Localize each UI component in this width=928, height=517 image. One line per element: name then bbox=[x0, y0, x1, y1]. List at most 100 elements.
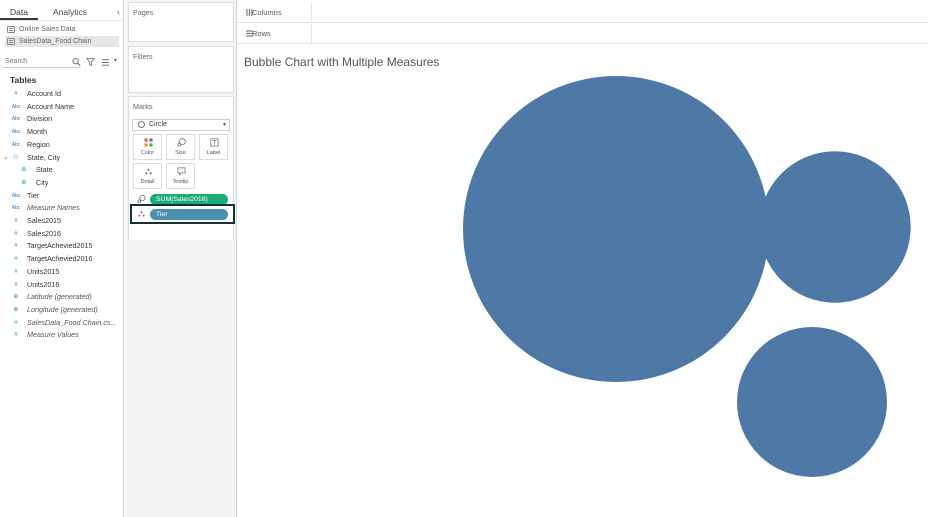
chevron-down-icon[interactable]: ▾ bbox=[114, 57, 117, 64]
label-text-icon bbox=[210, 138, 219, 147]
mark-type-dropdown[interactable]: Circle ▾ bbox=[132, 119, 230, 131]
dimension-string-icon: Abc bbox=[11, 129, 21, 136]
field-state-city[interactable]: ⌄ ⚇ State, City bbox=[0, 152, 124, 164]
shelf-pane: Pages Filters Marks Circle ▾ Color Size bbox=[125, 0, 237, 517]
bubble-mark-1[interactable] bbox=[463, 76, 769, 382]
collapse-pane-icon[interactable]: ‹ bbox=[117, 4, 120, 20]
label-button-label: Label bbox=[206, 150, 221, 156]
globe-icon: ⊕ bbox=[21, 178, 27, 186]
pane-tabs: Data Analytics ‹ bbox=[0, 4, 124, 20]
columns-label-text: Columns bbox=[252, 8, 282, 17]
datasource-online-sales[interactable]: Online Sales Data bbox=[5, 24, 119, 35]
bubble-mark-3[interactable] bbox=[737, 327, 887, 477]
field-name: State, City bbox=[27, 152, 61, 162]
field-latitude-generated[interactable]: ⊕ Latitude (generated) bbox=[0, 291, 124, 303]
field-name: Region bbox=[27, 139, 50, 149]
columns-icon bbox=[246, 9, 253, 16]
chart-title: Bubble Chart with Multiple Measures bbox=[244, 55, 440, 69]
rows-shelf[interactable]: Rows bbox=[237, 24, 928, 44]
tab-data[interactable]: Data bbox=[0, 4, 38, 20]
field-measure-names[interactable]: Abc Measure Names bbox=[0, 202, 124, 214]
marks-card: Marks Circle ▾ Color Size Label Detail T… bbox=[128, 96, 235, 240]
field-name: City bbox=[36, 177, 49, 187]
field-tier[interactable]: Abc Tier bbox=[0, 190, 124, 202]
color-palette-icon bbox=[144, 138, 153, 147]
dimension-string-icon: Abc bbox=[11, 103, 21, 110]
measure-icon: # bbox=[14, 267, 18, 275]
field-name: State bbox=[36, 165, 53, 175]
tab-analytics[interactable]: Analytics bbox=[44, 4, 96, 20]
dimension-string-icon: Abc bbox=[11, 141, 21, 148]
dimension-string-icon: Abc bbox=[11, 116, 21, 123]
measure-icon: # bbox=[14, 217, 18, 224]
dimension-string-icon: Abc bbox=[11, 205, 21, 212]
mark-type-value: Circle bbox=[149, 121, 167, 128]
measure-icon: # bbox=[14, 318, 18, 326]
pages-shelf[interactable]: Pages bbox=[128, 2, 234, 42]
search-input[interactable] bbox=[3, 56, 81, 68]
field-city[interactable]: ⊕ City bbox=[0, 177, 124, 189]
tables-heading: Tables bbox=[10, 75, 37, 85]
field-name: Division bbox=[27, 114, 53, 124]
worksheet-view: Bubble Chart with Multiple Measures bbox=[238, 46, 928, 517]
search-icon[interactable] bbox=[72, 57, 81, 67]
expand-chevron-icon[interactable]: ⌄ bbox=[3, 152, 8, 164]
tooltip-button[interactable]: Tooltip bbox=[166, 163, 195, 189]
field-name: TargetAchevied2016 bbox=[27, 254, 93, 264]
globe-icon: ⊕ bbox=[21, 166, 27, 174]
label-button[interactable]: Label bbox=[199, 134, 228, 160]
datasource-icon bbox=[7, 26, 15, 33]
columns-shelf[interactable]: Columns bbox=[237, 3, 928, 23]
hierarchy-icon: ⚇ bbox=[13, 153, 19, 161]
datasource-label: Online Sales Data bbox=[19, 26, 76, 33]
size-button-label: Size bbox=[175, 150, 186, 156]
field-measure-values[interactable]: # Measure Values bbox=[0, 329, 124, 341]
field-name: Latitude (generated) bbox=[27, 292, 92, 302]
field-name: Units2015 bbox=[27, 266, 60, 276]
measure-icon: # bbox=[14, 90, 18, 97]
filter-icon[interactable] bbox=[86, 57, 95, 67]
field-month[interactable]: Abc Month bbox=[0, 126, 124, 138]
filters-shelf[interactable]: Filters bbox=[128, 46, 234, 93]
field-division[interactable]: Abc Division bbox=[0, 113, 124, 125]
field-account-name[interactable]: Abc Account Name bbox=[0, 101, 124, 113]
field-state[interactable]: ⊕ State bbox=[0, 164, 124, 176]
marks-title: Marks bbox=[133, 102, 153, 111]
tooltip-speech-icon bbox=[177, 167, 186, 176]
measure-icon: # bbox=[14, 331, 18, 339]
field-targetachevied2016[interactable]: # TargetAchevied2016 bbox=[0, 253, 124, 265]
size-button[interactable]: Size bbox=[166, 134, 195, 160]
color-button[interactable]: Color bbox=[133, 134, 162, 160]
field-sales2015[interactable]: # Sales2015 bbox=[0, 215, 124, 227]
field-units2015[interactable]: # Units2015 bbox=[0, 266, 124, 278]
field-name: Account Id bbox=[27, 89, 61, 98]
color-button-label: Color bbox=[140, 150, 155, 156]
detail-button[interactable]: Detail bbox=[133, 163, 162, 189]
field-name: SalesData_Food Chain.cs... bbox=[27, 317, 117, 327]
field-units2016[interactable]: # Units2016 bbox=[0, 279, 124, 291]
field-salesdata-food-chain-cs[interactable]: # SalesData_Food Chain.cs... bbox=[0, 317, 124, 329]
field-account-id[interactable]: # Account Id bbox=[0, 88, 124, 100]
field-name: Sales2015 bbox=[27, 216, 61, 225]
field-region[interactable]: Abc Region bbox=[0, 139, 124, 151]
chevron-down-icon: ▾ bbox=[222, 122, 226, 128]
detail-dots-icon bbox=[138, 211, 145, 217]
field-name: Sales2016 bbox=[27, 228, 61, 238]
measure-icon: # bbox=[14, 280, 18, 288]
datasource-label: SalesData_Food Chain bbox=[19, 38, 92, 45]
measure-icon: # bbox=[14, 255, 18, 263]
size-icon bbox=[177, 138, 186, 147]
detail-dots-icon bbox=[145, 168, 152, 175]
field-longitude-generated[interactable]: ⊕ Longitude (generated) bbox=[0, 304, 124, 316]
bubble-chart bbox=[463, 76, 911, 477]
detail-pill-tier[interactable]: Tier bbox=[150, 209, 228, 220]
detail-button-label: Detail bbox=[140, 179, 155, 185]
rows-icon bbox=[246, 30, 253, 37]
list-view-icon[interactable] bbox=[101, 57, 110, 67]
bubble-mark-2[interactable] bbox=[759, 151, 911, 303]
dimension-string-icon: Abc bbox=[11, 192, 21, 199]
field-name: Month bbox=[27, 127, 47, 137]
field-sales2016[interactable]: # Sales2016 bbox=[0, 228, 124, 240]
field-targetachevied2015[interactable]: # TargetAchevied2015 bbox=[0, 240, 124, 252]
datasource-food-chain[interactable]: SalesData_Food Chain bbox=[5, 36, 119, 47]
